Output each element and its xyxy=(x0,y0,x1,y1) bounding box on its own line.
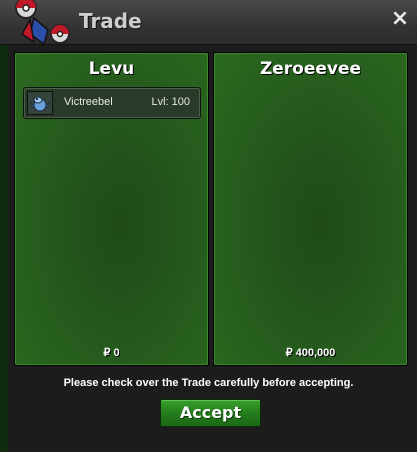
their-money-offer: ₽ 400,000 xyxy=(285,347,336,359)
trade-window: Trade × Levu Victreebel Lvl: 100 ₽ 0 Zer… xyxy=(0,0,417,452)
pokeball-logo-icon xyxy=(15,0,70,46)
offered-pokemon-item[interactable]: Victreebel Lvl: 100 xyxy=(23,87,201,119)
window-title: Trade xyxy=(79,9,142,33)
left-edge-strip xyxy=(0,45,8,452)
title-bar[interactable]: Trade × xyxy=(0,0,417,46)
victreebel-sprite-icon xyxy=(27,91,53,115)
trade-notice-text: Please check over the Trade carefully be… xyxy=(63,377,354,389)
my-offer-panel: Levu Victreebel Lvl: 100 ₽ 0 xyxy=(14,52,209,366)
pokemon-name: Victreebel xyxy=(64,96,113,108)
their-offer-panel: Zeroeevee ₽ 400,000 xyxy=(213,52,408,366)
my-money-offer: ₽ 0 xyxy=(103,347,120,359)
their-player-name: Zeroeevee xyxy=(259,59,362,79)
accept-button[interactable]: Accept xyxy=(160,399,261,427)
my-player-name: Levu xyxy=(88,59,135,79)
close-icon[interactable]: × xyxy=(389,8,411,30)
pokemon-level: Lvl: 100 xyxy=(151,96,190,108)
